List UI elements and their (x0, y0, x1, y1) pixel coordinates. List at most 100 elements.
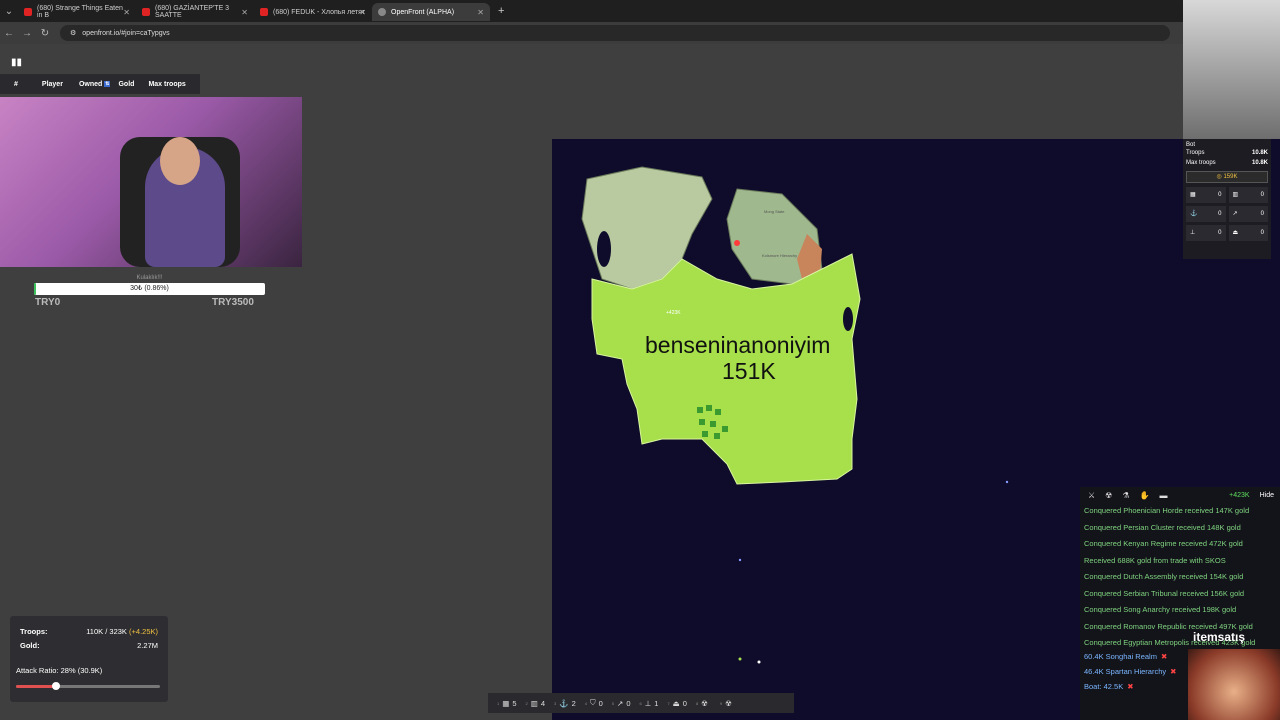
leaderboard-col-max-troops[interactable]: Max troops (148, 81, 185, 88)
build-port-button[interactable]: 3 ⚓ 2 (554, 699, 576, 708)
warship-icon: ⏏ (1232, 230, 1239, 236)
gold-label: Gold: (20, 641, 40, 650)
island (738, 657, 742, 661)
sword-icon[interactable]: ⚔ (1088, 491, 1095, 500)
close-icon[interactable]: ✕ (123, 8, 130, 17)
youtube-icon (24, 8, 32, 16)
missile-count: ↗ 0 (1228, 206, 1268, 222)
event-item: Conquered Phoenician Horde received 147K… (1084, 506, 1250, 515)
chat-icon[interactable]: ▬ (1159, 491, 1167, 500)
tab-title: (680) Strange Things Eaten in B (37, 5, 123, 19)
build-defense-button[interactable]: 4 ⛉ 0 (585, 698, 603, 708)
tab-title: OpenFront (ALPHA) (391, 8, 455, 16)
browser-tab[interactable]: (680) Strange Things Eaten in B ✕ (18, 3, 136, 21)
new-tab-button[interactable]: + (498, 5, 504, 17)
island (757, 660, 761, 664)
player-name-label: benseninanoniyim (645, 332, 831, 358)
cancel-attack-icon[interactable]: ✖ (1161, 652, 1167, 661)
sponsor-watermark: itemsatış (1193, 630, 1246, 644)
sort-icon[interactable]: ⇅ (104, 81, 111, 87)
factory-icon: ▥ (1232, 192, 1239, 198)
browser-tab[interactable]: (680) FEDUK - Хлопья летят ✕ (254, 3, 372, 21)
trade-icon[interactable]: ⚗ (1122, 491, 1129, 500)
troops-value: 110K / 323K (86, 627, 127, 636)
lake (843, 307, 853, 331)
unit-marker (734, 240, 740, 246)
build-hydrogen-bomb-button[interactable]: 9 ☢ (720, 699, 735, 708)
reload-icon[interactable]: ↻ (36, 28, 54, 39)
leaderboard-col-player[interactable]: Player (42, 81, 63, 88)
port-icon: ⚓ (559, 698, 569, 708)
leaderboard-col-gold[interactable]: Gold (118, 81, 134, 88)
goal-max-label: TRY3500 (212, 297, 254, 308)
close-icon[interactable]: ✕ (241, 8, 248, 17)
max-troops-label: Max troops (1186, 160, 1216, 166)
cat-overlay (1188, 649, 1280, 720)
event-item: Conquered Song Anarchy received 198K gol… (1084, 605, 1237, 614)
goal-min-label: TRY0 (35, 297, 61, 308)
event-item: Conquered Dutch Assembly received 154K g… (1084, 572, 1244, 581)
tab-title: (680) GAZİANTEP'TE 3 SAATTE (155, 5, 230, 19)
browser-tab-active[interactable]: OpenFront (ALPHA) ✕ (372, 3, 490, 21)
player-info-panel: Bot Troops 10.8K Max troops 10.8K ◎ 159K ▦… (1183, 139, 1271, 259)
missile-silo-icon: ⊥ (644, 698, 652, 708)
missile-icon: ↗ (1232, 211, 1238, 217)
leaderboard-toggle-icon[interactable]: ▮▮ (11, 57, 22, 68)
forward-icon[interactable]: → (18, 28, 36, 39)
cancel-attack-icon[interactable]: ✖ (1170, 667, 1176, 676)
build-city-button[interactable]: 1 ▦ 5 (497, 699, 517, 708)
lake (597, 231, 611, 267)
atom-bomb-icon: ☢ (701, 698, 708, 708)
event-item: Received 688K gold from trade with SKOS (1084, 555, 1226, 565)
attack-ratio-slider[interactable] (16, 682, 160, 690)
warship-count: ⏏ 0 (1228, 225, 1268, 241)
goal-title: Kulaklık!!! (136, 275, 163, 281)
url-text: openfront.io/#join=caTypgvs (82, 29, 170, 37)
build-sam-button[interactable]: 5 ↗ 0 (612, 699, 631, 708)
event-filter-toolbar: ⚔ ☢ ⚗ ✋ ▬ +423K Hide (1080, 487, 1280, 503)
city-icon: ▦ (502, 698, 510, 708)
url-input[interactable]: ⚙ openfront.io/#join=caTypgvs (60, 25, 1170, 41)
event-item: Conquered Serbian Tribunal received 156K… (1084, 588, 1245, 598)
build-missile-silo-button[interactable]: 6 ⊥ 1 (639, 699, 658, 708)
city-icon: ▦ (1190, 192, 1196, 198)
close-icon[interactable]: ✕ (359, 8, 366, 17)
nuke-icon[interactable]: ☢ (1105, 491, 1112, 500)
gold-gain: +423K (1229, 491, 1250, 499)
cancel-boat-icon[interactable]: ✖ (1127, 682, 1133, 691)
goal-progress-bar: 30₺ (0.86%) (34, 283, 265, 295)
troops-gain: (+4.25K) (129, 627, 158, 636)
goal-progress-text: 30₺ (0.86%) (130, 285, 169, 292)
back-icon[interactable]: ← (0, 28, 18, 39)
globe-icon (378, 8, 386, 16)
port-count: ⚓ 0 (1186, 206, 1226, 222)
hide-button[interactable]: Hide (1260, 492, 1274, 499)
sam-icon: ⊥ (1190, 230, 1196, 236)
defense-icon: ⛉ (589, 698, 596, 707)
leaderboard-col-owned[interactable]: Owned (79, 81, 102, 88)
gold-value: 2.27M (137, 641, 158, 650)
city-count: ▦ 0 (1186, 187, 1226, 203)
build-menu-bar: 1 ▦ 5 2 ▥ 4 3 ⚓ 2 4 ⛉ 0 5 ↗ 0 6 ⊥ 1 7 ⏏ 0 8 ☢ 9 ☢ (488, 693, 794, 713)
port-icon: ⚓ (1190, 211, 1198, 217)
game-page: ▮▮ # Player Owned ⇅ Gold Max troops Kula… (0, 0, 1280, 720)
tab-search-icon[interactable]: ⌄ (0, 6, 18, 17)
event-item: Conquered Romanov Republic received 497K… (1084, 621, 1253, 631)
alliance-icon[interactable]: ✋ (1140, 491, 1150, 500)
build-factory-button[interactable]: 2 ▥ 4 (526, 699, 546, 708)
browser-tab[interactable]: (680) GAZİANTEP'TE 3 SAATTE ✕ (136, 3, 254, 21)
site-info-icon[interactable]: ⚙ (70, 29, 76, 37)
streamer-webcam (0, 97, 302, 267)
youtube-icon (260, 8, 268, 16)
factory-count: ▥ 0 (1228, 187, 1268, 203)
leaderboard-col-rank[interactable]: # (14, 81, 18, 88)
event-item: Conquered Persian Cluster received 148K … (1084, 522, 1241, 532)
region-label: Mong State (764, 209, 785, 214)
youtube-icon (142, 8, 150, 16)
slider-knob[interactable] (52, 682, 61, 690)
close-icon[interactable]: ✕ (477, 8, 484, 17)
build-atom-bomb-button[interactable]: 8 ☢ (696, 699, 711, 708)
max-troops-value: 10.8K (1251, 160, 1268, 166)
event-item: Conquered Egyptian Metropolis received 4… (1084, 638, 1256, 647)
build-warship-button[interactable]: 7 ⏏ 0 (667, 699, 687, 708)
